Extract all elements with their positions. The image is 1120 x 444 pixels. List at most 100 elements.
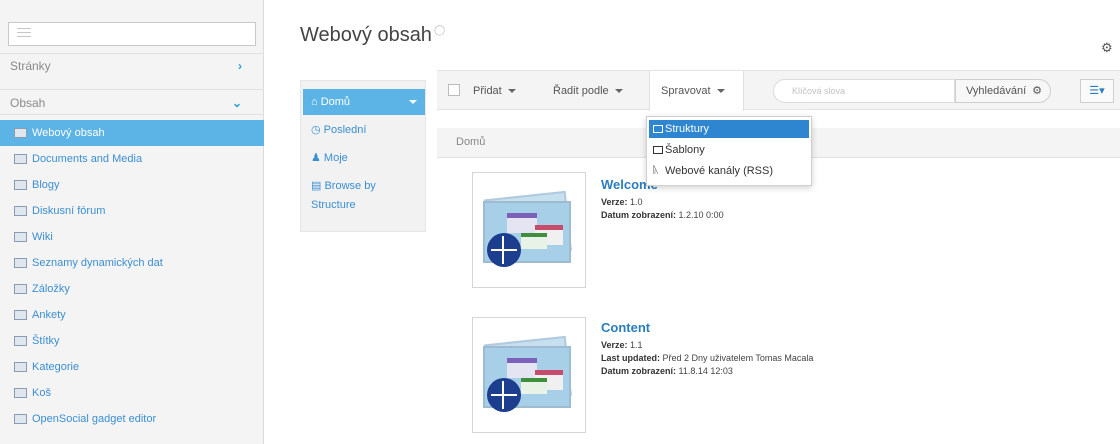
sidebar-item-label: Kategorie — [32, 361, 80, 373]
article-last-updated: Last updated: Před 2 Dny uživatelem Toma… — [601, 353, 813, 363]
sort-button[interactable]: Řadit podle — [553, 71, 623, 111]
sidebar-section-pages[interactable]: Stránky › — [0, 53, 264, 77]
nav-item-label: Structure — [311, 199, 356, 211]
structure-icon: ▤ — [311, 180, 325, 192]
meta-value: 11.8.14 12:03 — [678, 366, 733, 376]
meta-value: 1.1 — [630, 340, 643, 350]
nav-item-label: Browse by — [324, 180, 376, 192]
sidebar-search-input[interactable] — [8, 22, 256, 46]
keywords-search-input[interactable]: Klíčová slova — [773, 79, 955, 103]
sidebar-item-polls[interactable]: Ankety — [0, 302, 264, 328]
nav-item-recent[interactable]: ◷ Poslední — [311, 123, 366, 136]
search-button[interactable]: Vyhledávání ⚙ — [955, 79, 1051, 103]
article-thumbnail[interactable] — [472, 172, 586, 288]
meta-value: Před 2 Dny uživatelem Tomas Macala — [662, 353, 814, 363]
nav-item-mine[interactable]: ♟ Moje — [311, 151, 348, 164]
sidebar-item-label: Záložky — [32, 283, 70, 295]
manage-button-label: Spravovat — [661, 85, 711, 97]
article-thumbnail[interactable] — [472, 317, 586, 433]
sidebar-item-label: Koš — [32, 387, 51, 399]
sidebar-section-pages-label: Stránky — [10, 59, 51, 73]
trash-icon — [14, 388, 27, 398]
sidebar-section-content-label: Obsah — [10, 96, 46, 110]
chevron-down-icon: ⌄ — [231, 96, 242, 110]
article-title[interactable]: Content — [601, 320, 650, 335]
caret-down-icon — [409, 100, 417, 104]
gear-icon[interactable]: ⚙ — [1101, 40, 1113, 56]
caret-down-icon — [716, 89, 725, 94]
bookmarks-icon — [14, 284, 27, 294]
sidebar-item-web-content[interactable]: Webový obsah — [0, 120, 264, 146]
sidebar-item-label: Seznamy dynamických dat — [32, 257, 163, 269]
user-icon: ♟ — [311, 152, 324, 164]
nav-item-label: Poslední — [323, 124, 367, 136]
menu-item-templates[interactable]: Šablony — [649, 141, 809, 159]
menu-item-label: Šablony — [665, 144, 705, 156]
categories-icon — [14, 362, 27, 372]
management-toolbar: Přidat Řadit podle Spravovat Klíčová slo… — [437, 70, 1120, 111]
breadcrumb-home[interactable]: Domů — [456, 136, 485, 148]
sidebar-item-label: Documents and Media — [32, 153, 143, 165]
rss-icon: ᚣ — [653, 165, 659, 176]
sidebar-item-forum[interactable]: Diskusní fórum — [0, 198, 264, 224]
polls-icon — [14, 310, 27, 320]
folder-navigation: ⌂ Domů ◷ Poslední ♟ Moje ▤ Browse by Str… — [300, 80, 426, 232]
manage-button[interactable]: Spravovat — [649, 71, 744, 111]
structure-icon — [653, 125, 663, 133]
list-view-icon: ☰▾ — [1089, 85, 1105, 97]
sidebar-item-label: Ankety — [32, 309, 66, 321]
sidebar-item-bookmarks[interactable]: Záložky — [0, 276, 264, 302]
thumbnail-window — [507, 213, 537, 233]
sidebar-item-categories[interactable]: Kategorie — [0, 354, 264, 380]
sidebar-item-recycle-bin[interactable]: Koš — [0, 380, 264, 406]
nav-item-home-label: Domů — [320, 96, 351, 108]
blogs-icon — [14, 180, 27, 190]
sidebar-item-label: Diskusní fórum — [32, 205, 106, 217]
nav-item-structure[interactable]: Structure — [311, 199, 356, 211]
display-style-button[interactable]: ☰▾ — [1080, 79, 1114, 103]
meta-value: 1.0 — [630, 197, 643, 207]
sidebar-item-opensocial-editor[interactable]: OpenSocial gadget editor — [0, 406, 264, 432]
forum-icon — [14, 206, 27, 216]
thumbnail-window — [507, 358, 537, 378]
manage-dropdown-menu: Struktury Šablony ᚣ Webové kanály (RSS) — [646, 116, 812, 186]
sidebar-item-documents-media[interactable]: Documents and Media — [0, 146, 264, 172]
select-all-checkbox[interactable] — [448, 84, 460, 96]
meta-value: 1.2.10 0:00 — [678, 210, 724, 220]
sidebar-item-blogs[interactable]: Blogy — [0, 172, 264, 198]
menu-item-rss-feeds[interactable]: ᚣ Webové kanály (RSS) — [649, 162, 809, 180]
sidebar-item-label: Webový obsah — [32, 127, 105, 139]
home-icon: ⌂ — [311, 96, 321, 108]
tags-icon — [14, 336, 27, 346]
article-version: Verze: 1.0 — [601, 197, 643, 207]
meta-label: Verze: — [601, 197, 628, 207]
sidebar-item-label: Štítky — [32, 335, 60, 347]
article-display-date: Datum zobrazení: 11.8.14 12:03 — [601, 366, 733, 376]
help-icon[interactable]: ◯ — [434, 25, 445, 36]
nav-item-label: Moje — [323, 152, 348, 164]
meta-label: Verze: — [601, 340, 628, 350]
search-button-label: Vyhledávání — [966, 85, 1027, 97]
template-icon — [653, 146, 663, 154]
thumbnail-window — [521, 233, 547, 249]
menu-item-label: Webové kanály (RSS) — [665, 165, 774, 177]
sidebar-item-tags[interactable]: Štítky — [0, 328, 264, 354]
search-lines-icon — [17, 28, 31, 40]
sidebar-section-content[interactable]: Obsah ⌄ — [0, 89, 264, 115]
add-button[interactable]: Přidat — [473, 71, 516, 111]
caret-down-icon — [507, 89, 516, 94]
dynamic-data-icon — [14, 258, 27, 268]
nav-item-home[interactable]: ⌂ Domů — [303, 89, 425, 115]
gadget-editor-icon — [14, 414, 27, 424]
menu-item-structures[interactable]: Struktury — [649, 120, 809, 138]
sidebar-item-dynamic-data-lists[interactable]: Seznamy dynamických dat — [0, 250, 264, 276]
clock-icon: ◷ — [311, 124, 324, 136]
manage-button-inner: Spravovat — [661, 71, 725, 111]
article-display-date: Datum zobrazení: 1.2.10 0:00 — [601, 210, 724, 220]
page-title-text: Webový obsah — [300, 24, 432, 46]
nav-item-browse-by-structure[interactable]: ▤ Browse by — [311, 179, 376, 192]
meta-label: Datum zobrazení: — [601, 366, 677, 376]
sidebar-item-wiki[interactable]: Wiki — [0, 224, 264, 250]
globe-icon — [487, 233, 521, 267]
meta-label: Last updated: — [601, 353, 661, 363]
